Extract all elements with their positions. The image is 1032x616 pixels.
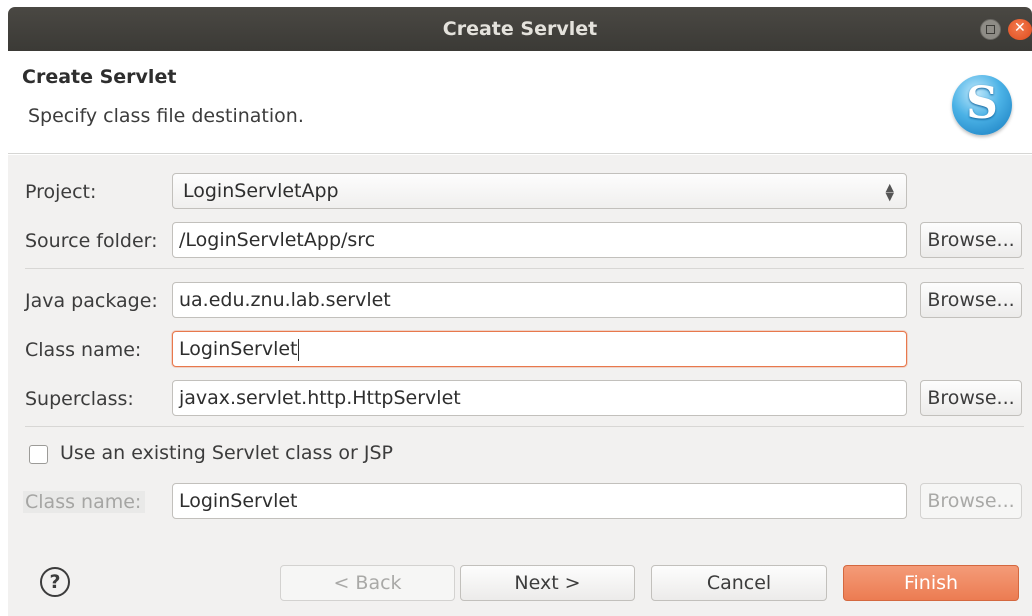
browse-java-package-button[interactable]: Browse...: [920, 282, 1022, 318]
superclass-label: Superclass:: [25, 388, 134, 410]
finish-button[interactable]: Finish: [843, 565, 1019, 601]
superclass-field[interactable]: javax.servlet.http.HttpServlet: [172, 380, 907, 416]
source-folder-label: Source folder:: [25, 230, 158, 252]
browse-source-folder-button[interactable]: Browse...: [920, 222, 1022, 258]
separator: [25, 268, 1024, 269]
class-name-label: Class name:: [25, 339, 142, 361]
project-label: Project:: [25, 181, 97, 203]
cancel-button[interactable]: Cancel: [651, 565, 827, 601]
separator: [25, 426, 1024, 427]
class-name-field[interactable]: LoginServlet: [172, 331, 907, 367]
wizard-title: Create Servlet: [22, 66, 177, 88]
window-title: Create Servlet: [442, 18, 598, 40]
existing-class-name-field[interactable]: LoginServlet: [172, 483, 907, 519]
project-select[interactable]: LoginServletApp ▲ ▼: [172, 173, 907, 209]
wizard-description: Specify class file destination.: [28, 105, 304, 127]
wizard-header: Create Servlet Specify class file destin…: [8, 51, 1032, 154]
next-button[interactable]: Next >: [460, 565, 635, 601]
minimize-window-button[interactable]: [980, 19, 1001, 40]
java-package-label: Java package:: [25, 290, 158, 312]
back-button[interactable]: < Back: [280, 565, 455, 601]
select-arrows-icon: ▲ ▼: [885, 181, 894, 203]
project-select-value: LoginServletApp: [183, 180, 339, 202]
window-titlebar: Create Servlet: [8, 7, 1032, 51]
close-window-button[interactable]: [1008, 19, 1032, 40]
class-name-value: LoginServlet: [179, 338, 298, 360]
servlet-wizard-logo-icon: S: [952, 75, 1012, 135]
help-icon[interactable]: ?: [40, 567, 70, 597]
source-folder-field[interactable]: /LoginServletApp/src: [172, 222, 907, 258]
browse-existing-class-button[interactable]: Browse...: [920, 483, 1022, 519]
browse-superclass-button[interactable]: Browse...: [920, 380, 1022, 416]
use-existing-servlet-label[interactable]: Use an existing Servlet class or JSP: [60, 442, 393, 464]
text-caret: [298, 338, 300, 361]
wizard-body: Project: LoginServletApp ▲ ▼ Source folde…: [8, 155, 1032, 616]
java-package-field[interactable]: ua.edu.znu.lab.servlet: [172, 282, 907, 318]
existing-class-name-label: Class name:: [23, 491, 146, 513]
use-existing-servlet-checkbox[interactable]: [29, 445, 48, 464]
